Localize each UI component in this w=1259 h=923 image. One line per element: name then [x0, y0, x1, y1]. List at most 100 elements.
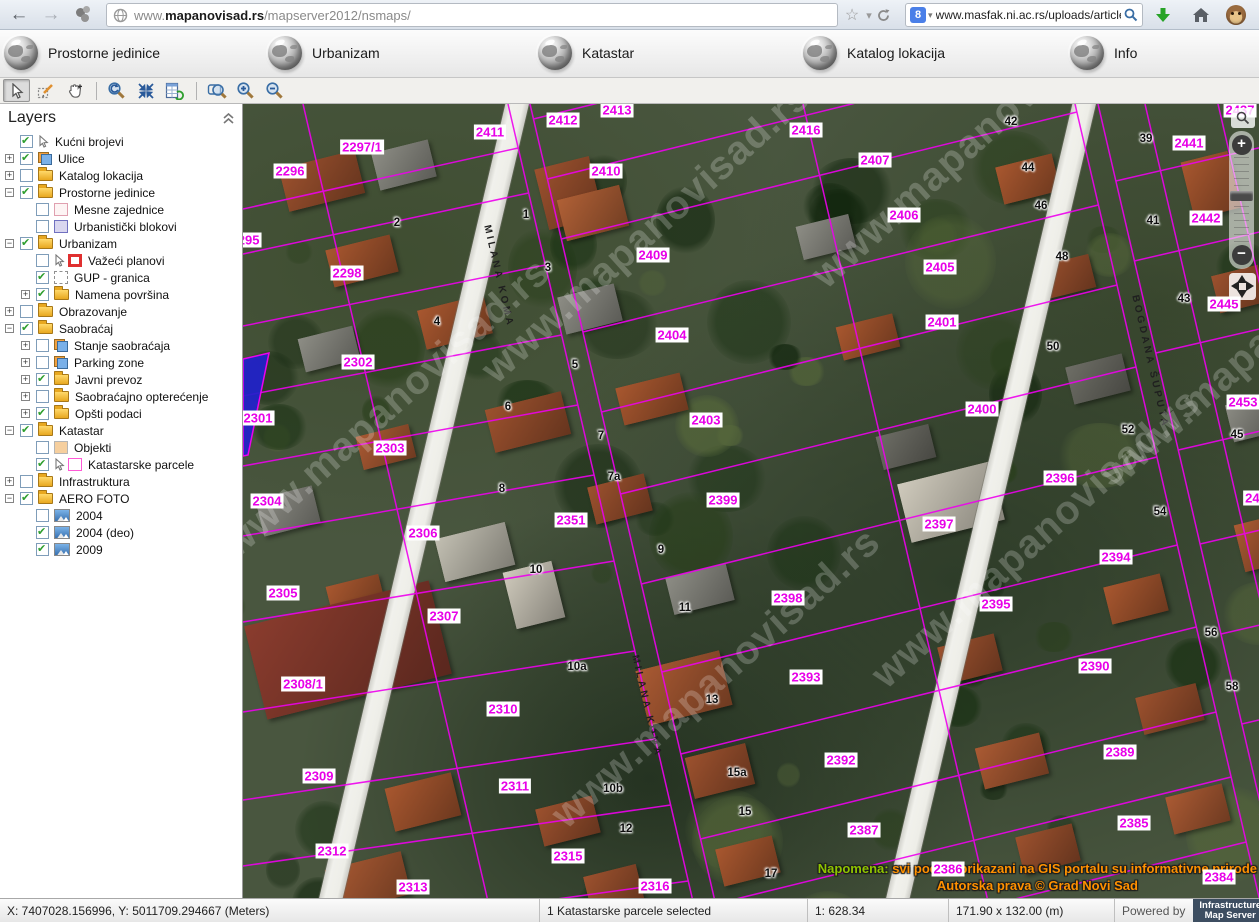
layer-row-18[interactable]: +Objekti	[0, 439, 242, 456]
layer-row-7[interactable]: +Važeći planovi	[0, 252, 242, 269]
reload-icon[interactable]	[872, 4, 894, 26]
zoom-slider[interactable]: + −	[1229, 131, 1254, 269]
parcel-label-2410[interactable]: 2410	[590, 164, 623, 179]
parcel-label-2453[interactable]: 2453	[1227, 395, 1259, 410]
layer-row-1[interactable]: +Ulice	[0, 150, 242, 167]
layer-checkbox[interactable]	[20, 492, 33, 505]
pan-compass[interactable]	[1229, 273, 1256, 300]
parcel-label-2395[interactable]: 2395	[980, 597, 1013, 612]
select-tool[interactable]	[3, 79, 30, 102]
parcel-label-2407[interactable]: 2407	[859, 153, 892, 168]
layer-checkbox[interactable]	[36, 543, 49, 556]
zoom-out-button[interactable]: −	[1232, 245, 1252, 265]
map-search-icon[interactable]	[1231, 108, 1255, 128]
layer-checkbox[interactable]	[20, 237, 33, 250]
parcel-label-2413[interactable]: 2413	[601, 104, 634, 118]
zoom-in-tool[interactable]	[232, 79, 259, 102]
expander-icon[interactable]: +	[21, 409, 30, 418]
layer-row-5[interactable]: +Urbanistički blokovi	[0, 218, 242, 235]
parcel-label-2305[interactable]: 2305	[267, 586, 300, 601]
search-input[interactable]: www.masfak.ni.ac.rs/uploads/articles	[936, 8, 1121, 22]
layer-checkbox[interactable]	[36, 254, 49, 267]
parcel-label-2304[interactable]: 2304	[251, 494, 284, 509]
layer-checkbox[interactable]	[36, 356, 49, 369]
layer-checkbox[interactable]	[20, 169, 33, 182]
parcel-label-2306[interactable]: 2306	[407, 526, 440, 541]
expander-icon[interactable]: +	[21, 341, 30, 350]
layer-checkbox[interactable]	[20, 475, 33, 488]
parcel-label-2442[interactable]: 2442	[1190, 211, 1223, 226]
search-go-icon[interactable]	[1124, 8, 1138, 22]
layer-checkbox[interactable]	[20, 186, 33, 199]
expander-icon[interactable]: +	[5, 477, 14, 486]
expander-icon[interactable]: −	[5, 188, 14, 197]
expander-icon[interactable]: −	[5, 494, 14, 503]
search-engine-caret-icon[interactable]: ▾	[928, 10, 933, 21]
expander-icon[interactable]: +	[21, 290, 30, 299]
selected-parcel[interactable]	[243, 353, 269, 456]
layer-checkbox[interactable]	[36, 271, 49, 284]
zoom-previous-tool[interactable]	[103, 79, 130, 102]
layer-row-22[interactable]: +2004	[0, 507, 242, 524]
layer-row-20[interactable]: +Infrastruktura	[0, 473, 242, 490]
greasemonkey-icon[interactable]	[1226, 5, 1246, 25]
search-bar[interactable]: 8 ▾ www.masfak.ni.ac.rs/uploads/articles	[905, 3, 1143, 27]
parcel-label-2403[interactable]: 2403	[690, 413, 723, 428]
layer-checkbox[interactable]	[36, 407, 49, 420]
layer-checkbox[interactable]	[36, 458, 49, 471]
layer-row-0[interactable]: +Kućni brojevi	[0, 133, 242, 150]
parcel-label-2312[interactable]: 2312	[316, 844, 349, 859]
attribute-table-tool[interactable]	[161, 79, 188, 102]
parcel-label-2393[interactable]: 2393	[790, 670, 823, 685]
url-text[interactable]: www.mapanovisad.rs/mapserver2012/nsmaps/	[134, 8, 411, 23]
browser-forward-button[interactable]: →	[38, 2, 64, 28]
pan-left-icon[interactable]	[1231, 281, 1239, 291]
parcel-label-2385[interactable]: 2385	[1118, 816, 1151, 831]
nav-item-katalog-lokacija[interactable]: Katalog lokacija	[803, 36, 945, 70]
parcel-label-2308-1[interactable]: 2308/1	[281, 677, 325, 692]
parcel-label-2441[interactable]: 2441	[1173, 136, 1206, 151]
zoom-in-button[interactable]: +	[1232, 135, 1252, 155]
layer-checkbox[interactable]	[36, 526, 49, 539]
parcel-label-2396[interactable]: 2396	[1044, 471, 1077, 486]
parcel-label-2297-1[interactable]: 2297/1	[340, 140, 384, 155]
expander-icon[interactable]: +	[5, 154, 14, 163]
layer-checkbox[interactable]	[36, 509, 49, 522]
download-icon[interactable]	[1152, 4, 1174, 26]
pan-down-icon[interactable]	[1237, 290, 1247, 298]
browser-back-button[interactable]: ←	[6, 2, 32, 28]
nav-item-prostorne-jedinice[interactable]: Prostorne jedinice	[4, 36, 160, 70]
edit-select-tool[interactable]	[32, 79, 59, 102]
pan-tool[interactable]	[61, 79, 88, 102]
parcel-label-2311[interactable]: 2311	[499, 779, 531, 794]
zoom-slider-handle[interactable]	[1230, 191, 1253, 201]
layer-row-15[interactable]: +Saobraćajno opterećenje	[0, 388, 242, 405]
layer-checkbox[interactable]	[36, 373, 49, 386]
expander-icon[interactable]: −	[5, 426, 14, 435]
parcel-label-2315[interactable]: 2315	[552, 849, 585, 864]
expander-icon[interactable]: +	[5, 307, 14, 316]
parcel-label-2302[interactable]: 2302	[342, 355, 375, 370]
layer-row-8[interactable]: +GUP - granica	[0, 269, 242, 286]
expander-icon[interactable]: +	[21, 392, 30, 401]
layer-row-19[interactable]: +Katastarske parcele	[0, 456, 242, 473]
layer-row-16[interactable]: +Opšti podaci	[0, 405, 242, 422]
layer-row-12[interactable]: +Stanje saobraćaja	[0, 337, 242, 354]
addon-icon[interactable]	[74, 6, 94, 24]
parcel-label-2401[interactable]: 2401	[926, 315, 959, 330]
parcel-label-2405[interactable]: 2405	[924, 260, 957, 275]
url-bar[interactable]: www.mapanovisad.rs/mapserver2012/nsmaps/	[106, 3, 838, 27]
parcel-label-2389[interactable]: 2389	[1104, 745, 1137, 760]
layer-row-6[interactable]: −Urbanizam	[0, 235, 242, 252]
layer-checkbox[interactable]	[20, 424, 33, 437]
parcel-label-2387[interactable]: 2387	[848, 823, 881, 838]
layer-row-11[interactable]: −Saobraćaj	[0, 320, 242, 337]
expander-icon[interactable]: +	[21, 375, 30, 384]
parcel-label-2412[interactable]: 2412	[547, 113, 580, 128]
parcel-label-2409[interactable]: 2409	[637, 248, 670, 263]
layer-row-2[interactable]: +Katalog lokacija	[0, 167, 242, 184]
parcel-label-2386[interactable]: 2386	[932, 862, 965, 877]
layer-row-14[interactable]: +Javni prevoz	[0, 371, 242, 388]
parcel-label-2416[interactable]: 2416	[790, 123, 823, 138]
parcel-label-2394[interactable]: 2394	[1100, 550, 1133, 565]
